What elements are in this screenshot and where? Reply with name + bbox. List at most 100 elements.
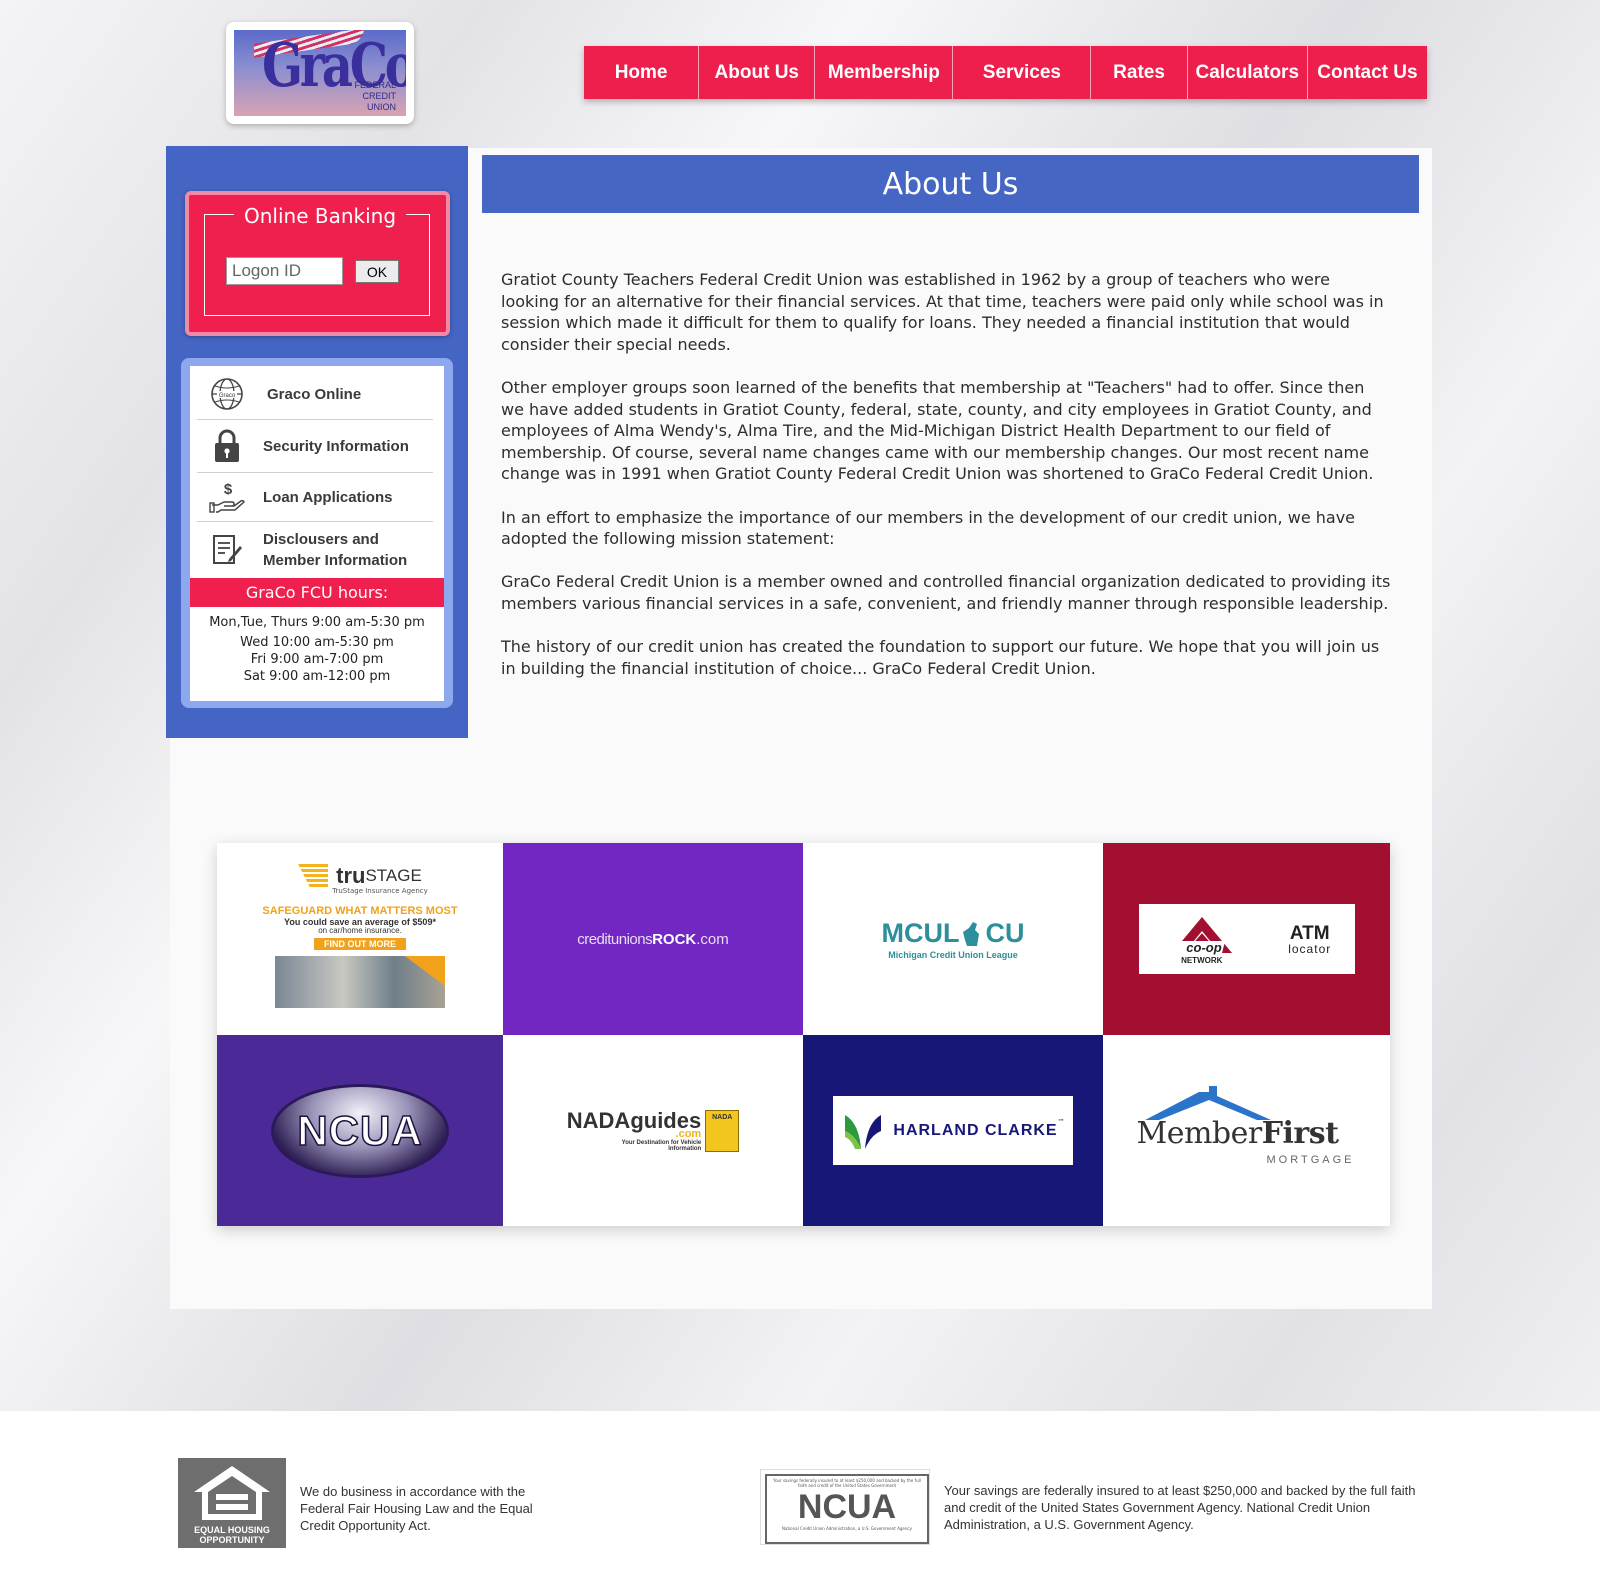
equal-housing-text: We do business in accordance with the Fe… xyxy=(300,1484,533,1533)
nada-wordmark: NADAguides .com Your Destination for Veh… xyxy=(567,1109,702,1152)
paragraph: Gratiot County Teachers Federal Credit U… xyxy=(501,270,1384,354)
paragraph: In an effort to emphasize the importance… xyxy=(501,507,1355,549)
hours-line: Fri 9:00 am-7:00 pm xyxy=(250,652,384,667)
nadaguides-tile[interactable]: NADAguides .com Your Destination for Veh… xyxy=(503,1035,803,1226)
member-advantage-corner xyxy=(405,956,445,986)
trustage-agency: TruStage Insurance Agency xyxy=(332,887,428,895)
coop-network: NETWORK xyxy=(1181,956,1223,965)
mcul-right: CU xyxy=(985,917,1025,948)
globe-icon-label: Graco xyxy=(219,393,236,399)
nav-contact-us[interactable]: Contact Us xyxy=(1308,46,1427,99)
nada-tagline: Your Destination for Vehicle Information xyxy=(621,1139,702,1152)
trustage-photo xyxy=(275,956,445,1008)
cur-pre: creditunions xyxy=(577,930,653,948)
sidebar-item-graco-online[interactable]: Graco Graco Online xyxy=(197,369,433,420)
hours-title: GraCo FCU hours: xyxy=(190,578,444,607)
about-content: Gratiot County Teachers Federal Credit U… xyxy=(501,269,1391,701)
michigan-icon xyxy=(963,922,980,946)
paragraph: Other employer groups soon learned of th… xyxy=(501,377,1374,484)
hours-list: Mon,Tue, Thurs 9:00 am-5:30 pm Wed 10:00… xyxy=(190,614,444,685)
equal-housing-icon xyxy=(194,1466,270,1520)
hand-dollar-icon: $ xyxy=(197,480,257,514)
harland-clarke-text: HARLAND CLARKE xyxy=(893,1121,1058,1139)
nada-dotcom: .com xyxy=(675,1127,702,1140)
ncua-footer-small-top: Your savings federally insured to at lea… xyxy=(773,1478,921,1488)
ncua-tile[interactable]: NCUA xyxy=(217,1035,503,1226)
nav-calculators[interactable]: Calculators xyxy=(1188,46,1308,99)
paragraph: The history of our credit union has crea… xyxy=(501,637,1380,678)
trustage-logo: tru STAGE xyxy=(298,863,422,889)
coop-mark: co-op NETWORK xyxy=(1162,913,1242,965)
logo-image: GraCo FEDERAL CREDIT UNION xyxy=(234,30,406,116)
ncua-logo: NCUA xyxy=(274,1086,446,1175)
trustage-cta: FIND OUT MORE xyxy=(314,938,406,950)
paragraph: GraCo Federal Credit Union is a member o… xyxy=(501,572,1391,613)
trustage-tile[interactable]: tru STAGE TruStage Insurance Agency SAFEG… xyxy=(217,843,503,1035)
harland-clarke-logo: HARLAND CLARKE ™ xyxy=(833,1096,1073,1165)
page-title: About Us xyxy=(482,155,1419,213)
memberfirst-tile[interactable]: MemberFirst MORTGAGE xyxy=(1103,1035,1390,1226)
nada-badge: NADA xyxy=(712,1113,733,1121)
ncua-text: NCUA xyxy=(297,1106,423,1155)
nav-home[interactable]: Home xyxy=(584,46,700,99)
harland-clarke-tile[interactable]: HARLAND CLARKE ™ xyxy=(803,1035,1103,1226)
logo-sub-line: FEDERAL xyxy=(354,80,396,90)
nav-membership[interactable]: Membership xyxy=(815,46,954,99)
ncua-footer-wordmark: NCUA xyxy=(797,1488,897,1526)
coop-roof-icon: co-op xyxy=(1165,917,1232,955)
hours-line: Mon,Tue, Thurs 9:00 am-5:30 pm xyxy=(209,615,425,630)
ncua-footer-logo: Your savings federally insured to at lea… xyxy=(760,1469,930,1545)
nav-services[interactable]: Services xyxy=(953,46,1092,99)
trustage-headline: SAFEGUARD WHAT MATTERS MOST xyxy=(262,905,458,917)
coop-atm-logo: co-op NETWORK ATM locator xyxy=(1138,904,1355,974)
atm-locator: ATM locator xyxy=(1288,924,1331,955)
ncua-footer-frame: Your savings federally insured to at lea… xyxy=(765,1474,929,1544)
sidebar-item-label: Disclousers and Member Information xyxy=(263,531,408,569)
ok-button[interactable]: OK xyxy=(355,260,399,283)
mcul-tile[interactable]: MCUL CU Michigan Credit Union League xyxy=(803,843,1103,1035)
main-nav: Home About Us Membership Services Rates … xyxy=(584,46,1427,99)
equal-housing-logo: EQUAL HOUSING OPPORTUNITY xyxy=(178,1458,286,1548)
mcul-sub: Michigan Credit Union League xyxy=(888,950,1018,960)
nav-rates[interactable]: Rates xyxy=(1091,46,1188,99)
memberfirst-logo: MemberFirst MORTGAGE xyxy=(1137,1085,1357,1176)
sidebar-item-disclosures[interactable]: Disclousers and Member Information xyxy=(197,522,433,578)
trustage-brand-tru: tru xyxy=(336,863,366,888)
hours-line: Sat 9:00 am-12:00 pm xyxy=(243,669,391,684)
sidebar-item-security[interactable]: Security Information xyxy=(197,420,433,473)
harland-clarke-mark-icon xyxy=(845,1114,882,1149)
nadaguides-logo: NADAguides .com Your Destination for Veh… xyxy=(567,1109,740,1152)
logon-id-input[interactable] xyxy=(226,257,343,285)
svg-text:$: $ xyxy=(224,481,233,498)
harland-clarke-tm: ™ xyxy=(1057,1118,1065,1126)
lock-icon xyxy=(197,428,257,464)
sidebar-item-label: Loan Applications xyxy=(263,488,393,506)
cur-bold: ROCK xyxy=(652,930,697,948)
partner-grid: tru STAGE TruStage Insurance Agency SAFEG… xyxy=(217,843,1390,1226)
ncua-insurance-text: Your savings are federally insured to at… xyxy=(944,1483,1416,1532)
hours-line: Wed 10:00 am-5:30 pm xyxy=(240,635,394,650)
trustage-brand-stage: STAGE xyxy=(365,866,422,885)
ncua-footer-small-bottom: National Credit Union Administration, a … xyxy=(782,1526,912,1531)
nav-about-us[interactable]: About Us xyxy=(699,46,816,99)
memberfirst-wordmark: MemberFirst xyxy=(1137,1116,1339,1151)
sidebar-item-label: Security Information xyxy=(263,437,409,455)
memberfirst-member: Member xyxy=(1136,1115,1263,1151)
coop-name: co-op xyxy=(1186,940,1221,955)
credit-unions-rock-tile[interactable]: creditunions ROCK .com xyxy=(503,843,803,1035)
trustage-subline2: on car/home insurance. xyxy=(318,926,402,935)
coop-atm-tile[interactable]: co-op NETWORK ATM locator xyxy=(1103,843,1390,1035)
trustage-mark-icon xyxy=(298,864,329,888)
memberfirst-sub: MORTGAGE xyxy=(1266,1153,1355,1166)
logo-sub-line: UNION xyxy=(367,102,396,112)
globe-icon: Graco xyxy=(197,376,257,412)
sidebar-item-loan-applications[interactable]: $ Loan Applications xyxy=(197,473,433,522)
logo-sub-line: CREDIT xyxy=(362,91,397,101)
sidebar-item-label: Graco Online xyxy=(267,385,362,403)
logo-subtitle: FEDERAL CREDIT UNION xyxy=(354,80,396,113)
mcul-logo: MCUL CU xyxy=(882,917,1025,948)
logo[interactable]: GraCo FEDERAL CREDIT UNION xyxy=(226,22,414,124)
equal-housing-label: EQUAL HOUSING OPPORTUNITY xyxy=(194,1525,270,1545)
locator-label: locator xyxy=(1288,941,1332,956)
online-banking-title: Online Banking xyxy=(234,203,407,229)
